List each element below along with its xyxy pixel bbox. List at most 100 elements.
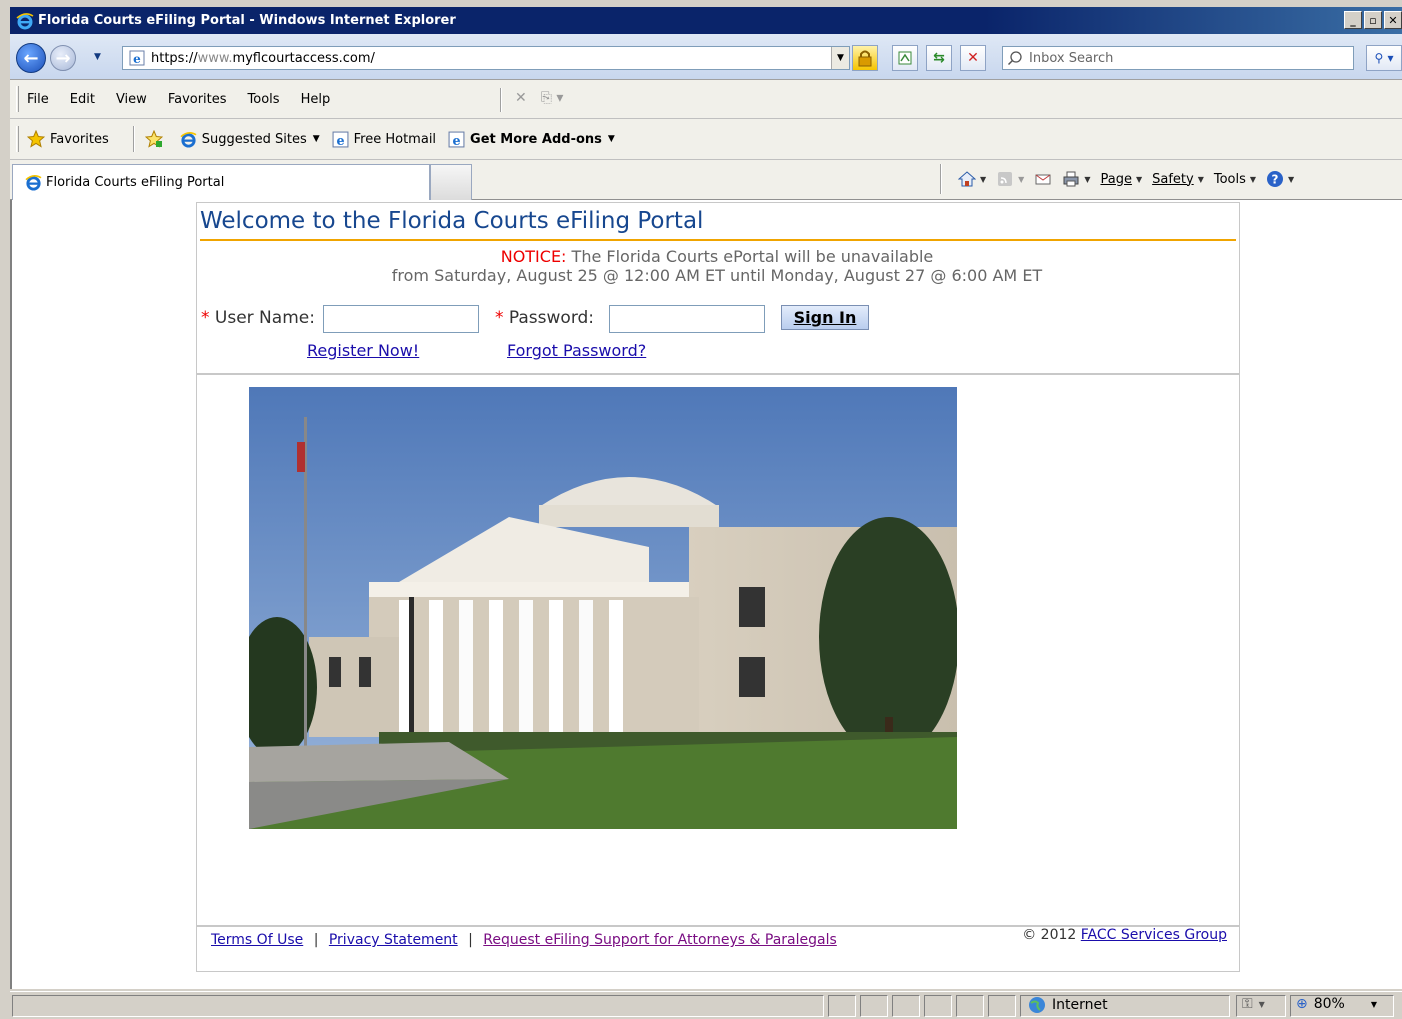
page-dropdown-icon: ▼ [1135, 174, 1143, 184]
status-pane-5 [956, 995, 984, 1017]
sign-in-button[interactable]: Sign In [781, 305, 869, 330]
request-efiling-support-link[interactable]: Request eFiling Support for Attorneys & … [483, 932, 837, 948]
browser-window: Florida Courts eFiling Portal - Windows … [0, 0, 1402, 1019]
feeds-icon [998, 172, 1013, 186]
refresh-button[interactable]: ⇆ [926, 45, 952, 71]
page-menu[interactable]: Page ▼ [1100, 172, 1142, 187]
password-required-mark: * [495, 308, 504, 328]
free-hotmail-link[interactable]: e Free Hotmail [332, 131, 436, 148]
page-title: Welcome to the Florida Courts eFiling Po… [200, 208, 704, 234]
url-host: www. [197, 50, 233, 66]
search-box[interactable]: Inbox Search [1002, 46, 1354, 70]
notice-label: NOTICE: [500, 247, 567, 266]
notice-text-1: The Florida Courts ePortal will be unava… [571, 247, 934, 266]
page-icon: e [129, 50, 145, 66]
home-button[interactable]: ▼ [958, 170, 986, 188]
suggested-sites-dropdown-icon: ▼ [312, 134, 320, 144]
footer-divider-1: | [313, 932, 319, 948]
password-label: * Password: [495, 308, 594, 328]
security-zone[interactable]: Internet [1028, 996, 1108, 1014]
status-pane-3 [892, 995, 920, 1017]
get-addons-label: Get More Add-ons [470, 131, 602, 147]
tools-dropdown-icon: ▼ [1249, 174, 1257, 184]
menu-edit[interactable]: Edit [70, 92, 95, 107]
forgot-password-link[interactable]: Forgot Password? [507, 341, 646, 360]
search-placeholder: Inbox Search [1029, 50, 1114, 66]
free-hotmail-label: Free Hotmail [353, 131, 437, 147]
command-separator [940, 164, 942, 194]
lock-button[interactable] [852, 45, 878, 71]
privacy-statement-link[interactable]: Privacy Statement [329, 932, 458, 948]
address-bar[interactable]: e https://www.myflcourtaccess.com/ ▼ [122, 46, 850, 70]
footer-divider-2: | [468, 932, 473, 948]
address-dropdown-button[interactable]: ▼ [831, 47, 849, 69]
copyright: © 2012 FACC Services Group [1022, 927, 1227, 943]
compatibility-view-button[interactable] [892, 45, 918, 71]
tab-florida-courts[interactable]: Florida Courts eFiling Portal [12, 164, 430, 200]
window-controls: _ ▫ ✕ [1344, 11, 1402, 29]
username-input[interactable] [323, 305, 479, 333]
command-bar: ▼ ▼ ▼ Page ▼ Safety ▼ Tools ▼ ? ▼ [940, 162, 1294, 196]
get-addons-link[interactable]: e Get More Add-ons ▼ [448, 131, 615, 148]
search-go-button[interactable]: ⚲ ▾ [1366, 45, 1402, 71]
maximize-button[interactable]: ▫ [1364, 11, 1382, 29]
menu-favorites[interactable]: Favorites [168, 92, 227, 107]
protected-mode-dropdown-icon: ▼ [1258, 999, 1265, 1009]
recent-pages-dropdown[interactable]: ▼ [94, 52, 101, 62]
zoom-button[interactable]: ⊕ 80% ▼ [1296, 996, 1377, 1012]
print-icon [1063, 171, 1079, 187]
stop-button[interactable]: ✕ [960, 45, 986, 71]
tab-row: Florida Courts eFiling Portal ▼ ▼ ▼ Page… [10, 160, 1402, 200]
favorites-button[interactable]: Favorites [27, 130, 109, 148]
menu-help[interactable]: Help [301, 92, 331, 107]
translate-icon[interactable]: ⎘ ▾ [541, 90, 564, 106]
zoom-level: 80% [1313, 996, 1345, 1012]
tools-menu[interactable]: Tools ▼ [1214, 172, 1256, 187]
close-x-icon[interactable]: ✕ [515, 90, 527, 106]
print-button[interactable]: ▼ [1062, 170, 1090, 188]
forward-button[interactable]: → [50, 45, 76, 71]
new-tab-button[interactable] [430, 164, 472, 200]
read-mail-button[interactable] [1034, 170, 1052, 188]
zone-label: Internet [1052, 997, 1108, 1013]
zoom-icon: ⊕ [1296, 996, 1308, 1012]
search-icon [1007, 51, 1022, 66]
favorites-star-icon [27, 130, 45, 148]
tab-ie-icon [25, 175, 42, 191]
terms-of-use-link[interactable]: Terms Of Use [211, 932, 303, 948]
password-label-text: Password: [508, 308, 595, 328]
add-favorite-icon [144, 130, 163, 148]
mail-icon [1035, 174, 1051, 185]
home-dropdown-icon: ▼ [980, 174, 987, 184]
back-button[interactable]: ← [16, 43, 46, 73]
safety-menu-label: Safety [1152, 171, 1194, 187]
menu-tools[interactable]: Tools [248, 92, 280, 107]
help-button[interactable]: ? ▼ [1266, 170, 1294, 188]
url-domain: myflcourtaccess.com/ [232, 50, 375, 66]
menu-file[interactable]: File [27, 92, 49, 107]
status-bar: Internet ⚿ ▼ ⊕ 80% ▼ [10, 991, 1402, 1019]
add-favorite-button[interactable] [144, 130, 168, 148]
url-text: https://www.myflcourtaccess.com/ [151, 51, 375, 66]
print-dropdown-icon: ▼ [1084, 174, 1091, 184]
help-icon: ? [1267, 171, 1284, 187]
safety-menu[interactable]: Safety ▼ [1152, 172, 1204, 187]
notice-line-2: from Saturday, August 25 @ 12:00 AM ET u… [391, 266, 1043, 285]
feeds-dropdown-icon: ▼ [1018, 174, 1025, 184]
favorites-separator [132, 126, 135, 152]
favorites-grip [16, 126, 19, 152]
close-button[interactable]: ✕ [1384, 11, 1402, 29]
facc-services-link[interactable]: FACC Services Group [1081, 927, 1227, 943]
status-pane-2 [860, 995, 888, 1017]
menu-view[interactable]: View [116, 92, 147, 107]
protected-mode-button[interactable]: ⚿ ▼ [1242, 996, 1265, 1012]
status-pane-6 [988, 995, 1016, 1017]
suggested-sites-link[interactable]: Suggested Sites ▼ [180, 131, 320, 148]
svg-text:e: e [452, 133, 460, 147]
password-input[interactable] [609, 305, 765, 333]
supreme-court-building-photo [249, 387, 957, 829]
feeds-button[interactable]: ▼ [996, 170, 1024, 188]
minimize-button[interactable]: _ [1344, 11, 1362, 29]
register-now-link[interactable]: Register Now! [307, 341, 419, 360]
copyright-text: © 2012 [1022, 927, 1077, 943]
